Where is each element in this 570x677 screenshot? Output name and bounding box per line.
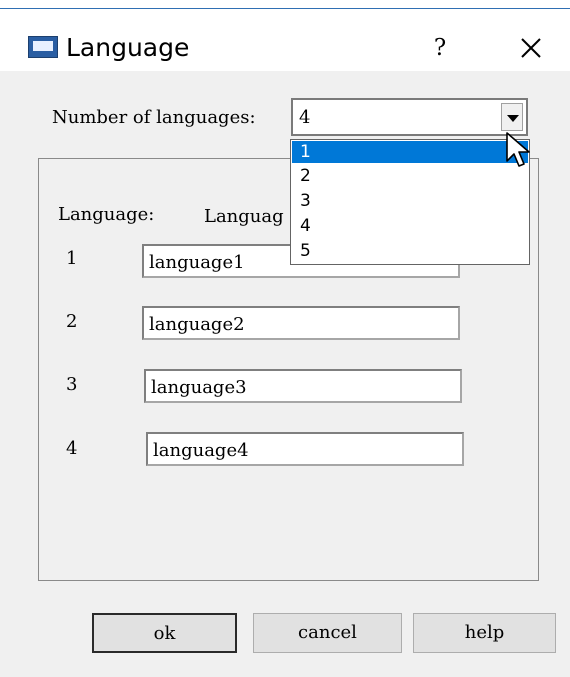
ok-button[interactable]: ok (92, 613, 237, 653)
dropdown-option[interactable]: 2 (292, 165, 528, 187)
number-of-languages-dropdown-list[interactable]: 1 2 3 4 5 (290, 139, 530, 265)
dropdown-option[interactable]: 5 (292, 240, 528, 262)
row-number: 3 (66, 374, 78, 395)
dropdown-option[interactable]: 3 (292, 190, 528, 212)
help-question-button[interactable]: ? (428, 31, 452, 65)
window-icon (28, 36, 58, 58)
row-number: 1 (66, 248, 78, 269)
number-of-languages-label: Number of languages: (52, 107, 256, 128)
title-bar[interactable]: Language ? (0, 9, 570, 71)
language4-input[interactable]: language4 (146, 432, 464, 466)
close-icon[interactable] (516, 33, 546, 63)
dropdown-option[interactable]: 1 (292, 141, 528, 163)
combobox-value: 4 (299, 107, 311, 128)
language-column-header: Language: (58, 204, 155, 225)
dropdown-option[interactable]: 4 (292, 215, 528, 237)
cancel-button[interactable]: cancel (253, 613, 402, 653)
language3-input[interactable]: language3 (144, 369, 462, 403)
language2-input[interactable]: language2 (142, 306, 460, 340)
chevron-down-icon (507, 115, 519, 122)
number-of-languages-combobox[interactable]: 4 (291, 98, 528, 136)
mouse-pointer-icon (506, 132, 530, 167)
dropdown-arrow-button[interactable] (501, 103, 523, 131)
window-title: Language (66, 33, 190, 62)
help-button[interactable]: help (413, 613, 556, 653)
language-name-column-header: Languag (204, 206, 284, 227)
row-number: 4 (66, 438, 78, 459)
row-number: 2 (66, 311, 78, 332)
